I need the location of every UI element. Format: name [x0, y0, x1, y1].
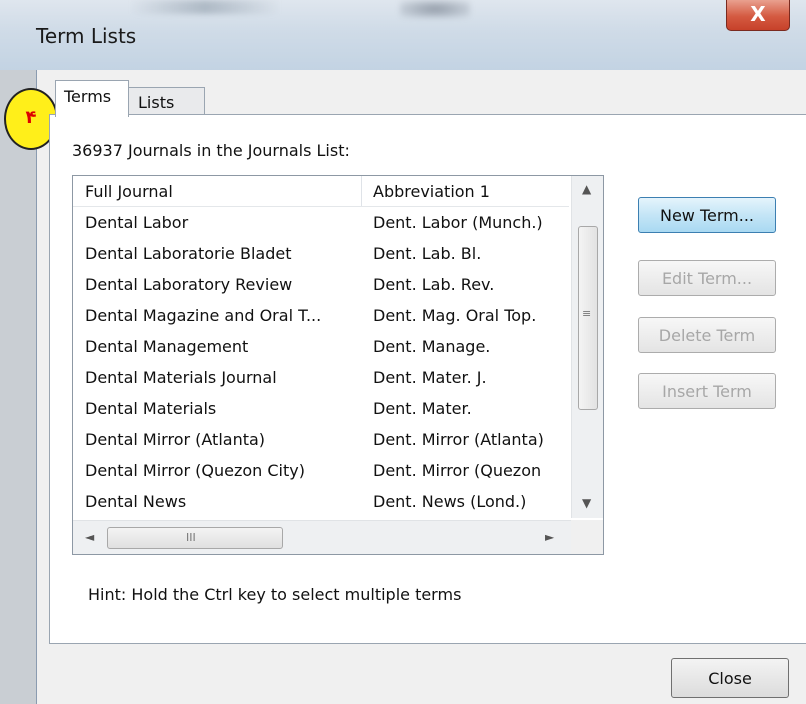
- scroll-down-icon[interactable]: ▼: [582, 496, 591, 510]
- full-journal-cell: Dental Magazine and Oral T...: [85, 306, 322, 325]
- terms-list[interactable]: Full Journal Abbreviation 1 Dental Labor…: [72, 175, 604, 555]
- edit-term-button[interactable]: Edit Term...: [638, 260, 776, 296]
- table-row[interactable]: Dental Materials Journal Dent. Mater. J.: [73, 363, 569, 394]
- full-journal-cell: Dental Labor: [85, 213, 189, 232]
- dialog-client: Terms Lists 36937 Journals in the Journa…: [36, 70, 806, 704]
- abbreviation-cell: Dent. Mag. Oral Top.: [373, 306, 537, 325]
- scrollbar-corner: [571, 520, 603, 554]
- terms-tab-pane: 36937 Journals in the Journals List: Ful…: [49, 114, 806, 644]
- background-blur: [130, 0, 280, 14]
- scroll-up-icon[interactable]: ▲: [582, 182, 591, 196]
- background-blur: [400, 0, 470, 18]
- full-journal-cell: Dental Materials Journal: [85, 368, 277, 387]
- window-title: Term Lists: [36, 24, 137, 48]
- abbreviation-cell: Dent. Manage.: [373, 337, 491, 356]
- insert-term-button[interactable]: Insert Term: [638, 373, 776, 409]
- full-journal-cell: Dental News: [85, 492, 187, 511]
- abbreviation-cell: Dent. Mater.: [373, 399, 472, 418]
- table-row[interactable]: Dental Magazine and Oral T... Dent. Mag. …: [73, 301, 569, 332]
- table-row[interactable]: Dental Laboratorie Bladet Dent. Lab. Bl.: [73, 239, 569, 270]
- abbreviation-cell: Dent. Mater. J.: [373, 368, 487, 387]
- title-bar: Term Lists X: [0, 0, 806, 70]
- tab-lists[interactable]: Lists: [127, 87, 205, 117]
- abbreviation-cell: Dent. Mirror (Atlanta): [373, 430, 544, 449]
- horizontal-scrollbar[interactable]: ◄ III ►: [73, 520, 571, 554]
- full-journal-cell: Dental Laboratorie Bladet: [85, 244, 292, 263]
- vertical-scroll-thumb[interactable]: ≡: [578, 226, 598, 410]
- column-header-full-journal[interactable]: Full Journal: [85, 182, 173, 201]
- tab-label: Lists: [138, 93, 175, 112]
- full-journal-cell: Dental Mirror (Quezon City): [85, 461, 305, 480]
- column-header-abbreviation[interactable]: Abbreviation 1: [373, 182, 490, 201]
- abbreviation-cell: Dent. Mirror (Quezon: [373, 461, 542, 480]
- scroll-left-icon[interactable]: ◄: [85, 530, 94, 544]
- full-journal-cell: Dental Materials: [85, 399, 217, 418]
- table-row[interactable]: Dental Materials Dent. Mater.: [73, 394, 569, 425]
- full-journal-cell: Dental Laboratory Review: [85, 275, 293, 294]
- close-button[interactable]: Close: [671, 658, 789, 698]
- tab-label: Terms: [64, 87, 112, 106]
- horizontal-scroll-thumb[interactable]: III: [107, 527, 283, 549]
- table-row[interactable]: Dental Labor Dent. Labor (Munch.): [73, 208, 569, 239]
- abbreviation-cell: Dent. Lab. Rev.: [373, 275, 495, 294]
- table-row[interactable]: Dental Management Dent. Manage.: [73, 332, 569, 363]
- table-row[interactable]: Dental Laboratory Review Dent. Lab. Rev.: [73, 270, 569, 301]
- abbreviation-cell: Dent. News (Lond.): [373, 492, 527, 511]
- delete-term-button[interactable]: Delete Term: [638, 317, 776, 353]
- list-rows: Dental Labor Dent. Labor (Munch.) Dental …: [73, 208, 569, 518]
- window-close-button[interactable]: X: [726, 0, 790, 31]
- column-divider[interactable]: [361, 176, 362, 206]
- vertical-scrollbar[interactable]: ▲ ≡ ▼: [571, 176, 603, 518]
- table-row[interactable]: Dental News Dent. News (Lond.): [73, 487, 569, 518]
- table-row[interactable]: Dental Mirror (Quezon City) Dent. Mirror …: [73, 456, 569, 487]
- full-journal-cell: Dental Mirror (Atlanta): [85, 430, 266, 449]
- new-term-button[interactable]: New Term...: [638, 197, 776, 233]
- full-journal-cell: Dental Management: [85, 337, 249, 356]
- tab-terms[interactable]: Terms: [55, 80, 129, 117]
- hint-text: Hint: Hold the Ctrl key to select multip…: [88, 585, 462, 604]
- journal-count-label: 36937 Journals in the Journals List:: [72, 141, 350, 160]
- abbreviation-cell: Dent. Labor (Munch.): [373, 213, 543, 232]
- grip-icon: III: [186, 531, 196, 544]
- list-header: Full Journal Abbreviation 1: [73, 176, 569, 207]
- scroll-right-icon[interactable]: ►: [545, 530, 554, 544]
- grip-icon: ≡: [582, 307, 592, 320]
- table-row[interactable]: Dental Mirror (Atlanta) Dent. Mirror (Atl…: [73, 425, 569, 456]
- abbreviation-cell: Dent. Lab. Bl.: [373, 244, 482, 263]
